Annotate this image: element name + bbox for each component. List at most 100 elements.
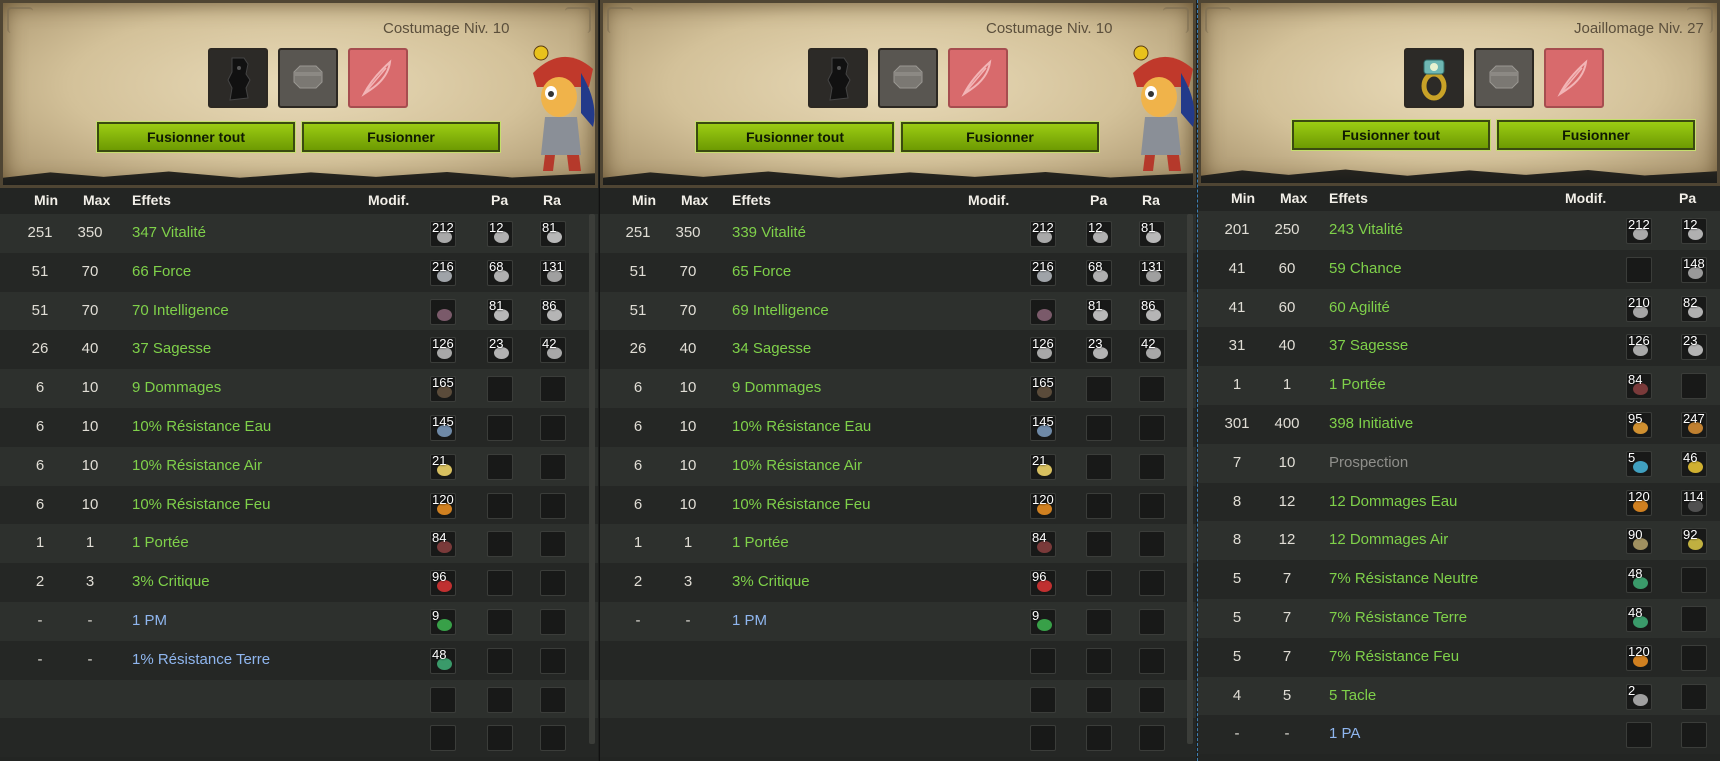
fuse-button[interactable]: Fusionner	[900, 121, 1100, 153]
modif-rune-slot[interactable]	[1030, 686, 1056, 713]
modif-rune-slot[interactable]: 84	[1626, 372, 1652, 400]
signature-slot[interactable]	[948, 48, 1008, 108]
ra-rune-slot[interactable]	[1139, 608, 1165, 635]
pa-rune-slot[interactable]	[1681, 644, 1707, 671]
modif-rune-slot[interactable]: 210	[1626, 295, 1652, 322]
pa-rune-slot[interactable]	[487, 686, 513, 713]
table-row[interactable]: 6 10 9 Dommages 165	[0, 369, 598, 408]
modif-rune-slot[interactable]: 5	[1626, 450, 1652, 477]
fuse-all-button[interactable]: Fusionner tout	[96, 121, 296, 153]
ra-rune-slot[interactable]: 42	[540, 336, 566, 364]
table-row[interactable]: - - 1 PM 9	[0, 601, 598, 641]
ra-rune-slot[interactable]	[540, 608, 566, 635]
modif-rune-slot[interactable]: 95	[1626, 411, 1652, 438]
ra-rune-slot[interactable]	[540, 531, 566, 558]
table-row[interactable]: 51 70 70 Intelligence 81 86	[0, 291, 598, 331]
pa-rune-slot[interactable]	[487, 608, 513, 635]
ra-rune-slot[interactable]	[540, 570, 566, 597]
table-row[interactable]: 6 10 10% Résistance Air 21	[0, 446, 598, 486]
table-row[interactable]: 31 40 37 Sagesse 126 23	[1198, 327, 1720, 367]
modif-rune-slot[interactable]: 145	[430, 414, 456, 441]
table-row[interactable]: 5 7 7% Résistance Neutre 48	[1198, 560, 1720, 599]
ra-rune-slot[interactable]	[1139, 376, 1165, 403]
pa-rune-slot[interactable]	[487, 531, 513, 558]
table-row[interactable]: 6 10 10% Résistance Feu 120	[600, 485, 1196, 525]
ra-rune-slot[interactable]	[1139, 414, 1165, 441]
ra-rune-slot[interactable]	[540, 414, 566, 441]
ra-rune-slot[interactable]	[1139, 647, 1165, 674]
pa-rune-slot[interactable]	[1681, 605, 1707, 632]
ra-rune-slot[interactable]	[540, 647, 566, 674]
pa-rune-slot[interactable]: 81	[1086, 298, 1112, 325]
table-row[interactable]: 301 400 398 Initiative 95 247	[1198, 404, 1720, 444]
table-row[interactable]: 6 10 10% Résistance Eau 145	[0, 407, 598, 447]
rune-slot[interactable]	[1474, 48, 1534, 108]
pa-rune-slot[interactable]: 81	[487, 298, 513, 325]
table-row[interactable]: 2 3 3% Critique 96	[600, 563, 1196, 602]
pa-rune-slot[interactable]: 92	[1681, 527, 1707, 555]
item-slot[interactable]	[208, 48, 268, 108]
item-slot[interactable]	[808, 48, 868, 108]
pa-rune-slot[interactable]	[487, 570, 513, 597]
fuse-all-button[interactable]: Fusionner tout	[1291, 119, 1491, 151]
table-row[interactable]: 41 60 59 Chance 148	[1198, 249, 1720, 289]
ra-rune-slot[interactable]	[1139, 570, 1165, 597]
pa-rune-slot[interactable]	[487, 492, 513, 519]
pa-rune-slot[interactable]	[1681, 373, 1707, 400]
table-row[interactable]: 251 350 339 Vitalité 212 12 81	[600, 214, 1196, 253]
table-row[interactable]: 7 10 Prospection 5 46	[1198, 443, 1720, 483]
pa-rune-slot[interactable]: 247	[1681, 411, 1707, 438]
ra-rune-slot[interactable]: 86	[1139, 298, 1165, 325]
table-row[interactable]: 4 5 5 Tacle 2	[1198, 676, 1720, 716]
pa-rune-slot[interactable]: 23	[1681, 333, 1707, 361]
signature-slot[interactable]	[348, 48, 408, 108]
modif-rune-slot[interactable]	[1030, 725, 1056, 752]
modif-rune-slot[interactable]: 126	[430, 336, 456, 364]
scrollbar[interactable]	[589, 214, 595, 744]
table-row[interactable]: 6 10 10% Résistance Feu 120	[0, 485, 598, 525]
ra-rune-slot[interactable]	[540, 686, 566, 713]
ra-rune-slot[interactable]	[540, 725, 566, 752]
pa-rune-slot[interactable]: 12	[1086, 220, 1112, 247]
modif-rune-slot[interactable]: 96	[430, 569, 456, 597]
pa-rune-slot[interactable]	[1086, 647, 1112, 674]
modif-rune-slot[interactable]: 145	[1030, 414, 1056, 441]
modif-rune-slot[interactable]: 120	[430, 492, 456, 519]
modif-rune-slot[interactable]: 212	[430, 220, 456, 247]
modif-rune-slot[interactable]: 48	[1626, 566, 1652, 594]
pa-rune-slot[interactable]	[1681, 722, 1707, 749]
pa-rune-slot[interactable]	[487, 414, 513, 441]
pa-rune-slot[interactable]	[1681, 567, 1707, 594]
table-row[interactable]: 2 3 3% Critique 96	[0, 563, 598, 602]
ra-rune-slot[interactable]: 86	[540, 298, 566, 325]
item-slot[interactable]	[1404, 48, 1464, 108]
table-row[interactable]	[600, 679, 1196, 719]
table-row[interactable]: 6 10 10% Résistance Eau 145	[600, 407, 1196, 447]
pa-rune-slot[interactable]: 12	[1681, 217, 1707, 244]
modif-rune-slot[interactable]: 90	[1626, 527, 1652, 555]
modif-rune-slot[interactable]: 96	[1030, 569, 1056, 597]
rune-slot[interactable]	[278, 48, 338, 108]
modif-rune-slot[interactable]: 212	[1030, 220, 1056, 247]
table-row[interactable]: 1 1 1 Portée 84	[600, 524, 1196, 564]
pa-rune-slot[interactable]	[1086, 686, 1112, 713]
fuse-button[interactable]: Fusionner	[1496, 119, 1696, 151]
modif-rune-slot[interactable]: 216	[1030, 259, 1056, 286]
signature-slot[interactable]	[1544, 48, 1604, 108]
modif-rune-slot[interactable]	[1030, 647, 1056, 674]
table-row[interactable]: - - 1 PM 9	[600, 601, 1196, 641]
modif-rune-slot[interactable]	[1626, 256, 1652, 283]
fuse-all-button[interactable]: Fusionner tout	[695, 121, 895, 153]
pa-rune-slot[interactable]	[1086, 725, 1112, 752]
table-row[interactable]: 51 70 66 Force 216 68 131	[0, 252, 598, 292]
table-row[interactable]: 51 70 65 Force 216 68 131	[600, 252, 1196, 292]
modif-rune-slot[interactable]: 21	[1030, 453, 1056, 480]
modif-rune-slot[interactable]: 126	[1626, 333, 1652, 361]
modif-rune-slot[interactable]: 120	[1626, 644, 1652, 671]
ra-rune-slot[interactable]: 131	[540, 259, 566, 286]
modif-rune-slot[interactable]: 84	[1030, 530, 1056, 558]
modif-rune-slot[interactable]: 165	[430, 375, 456, 403]
modif-rune-slot[interactable]: 165	[1030, 375, 1056, 403]
pa-rune-slot[interactable]	[1681, 683, 1707, 710]
ra-rune-slot[interactable]: 42	[1139, 336, 1165, 364]
